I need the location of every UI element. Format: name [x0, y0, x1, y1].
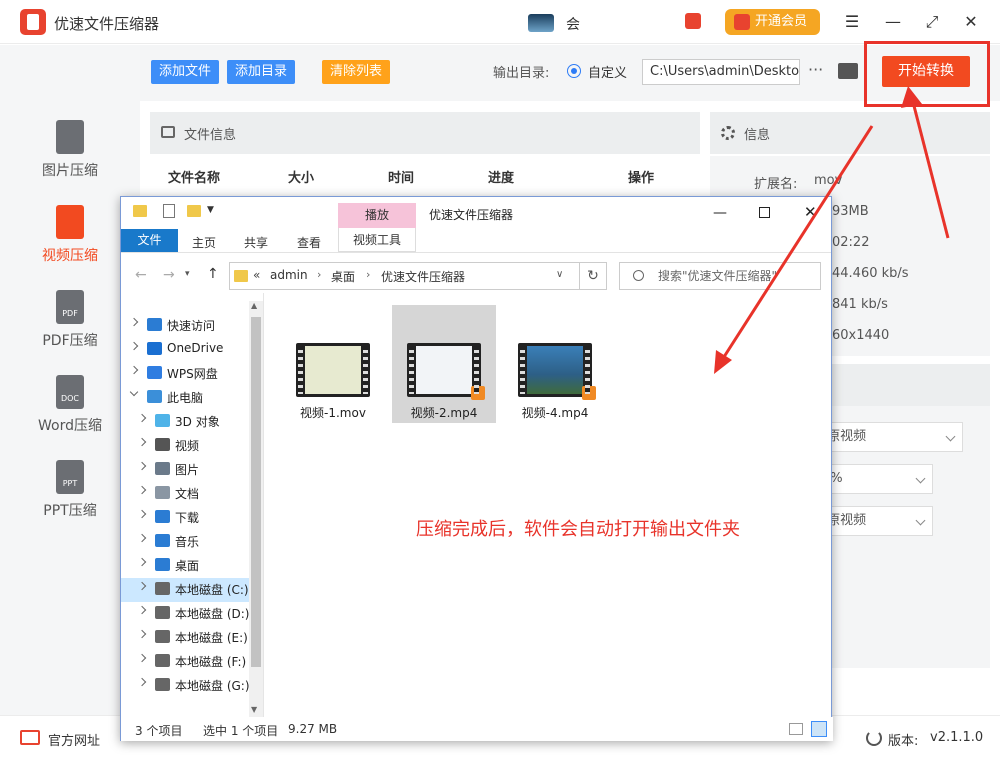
arrow-to-explorer: [720, 125, 874, 361]
annotation-text: 压缩完成后，软件会自动打开输出文件夹: [416, 519, 740, 540]
arrowhead: [714, 350, 732, 374]
arrowhead: [901, 86, 922, 108]
arrow-to-start-button: [911, 101, 950, 239]
annotation-arrows: [714, 86, 950, 374]
